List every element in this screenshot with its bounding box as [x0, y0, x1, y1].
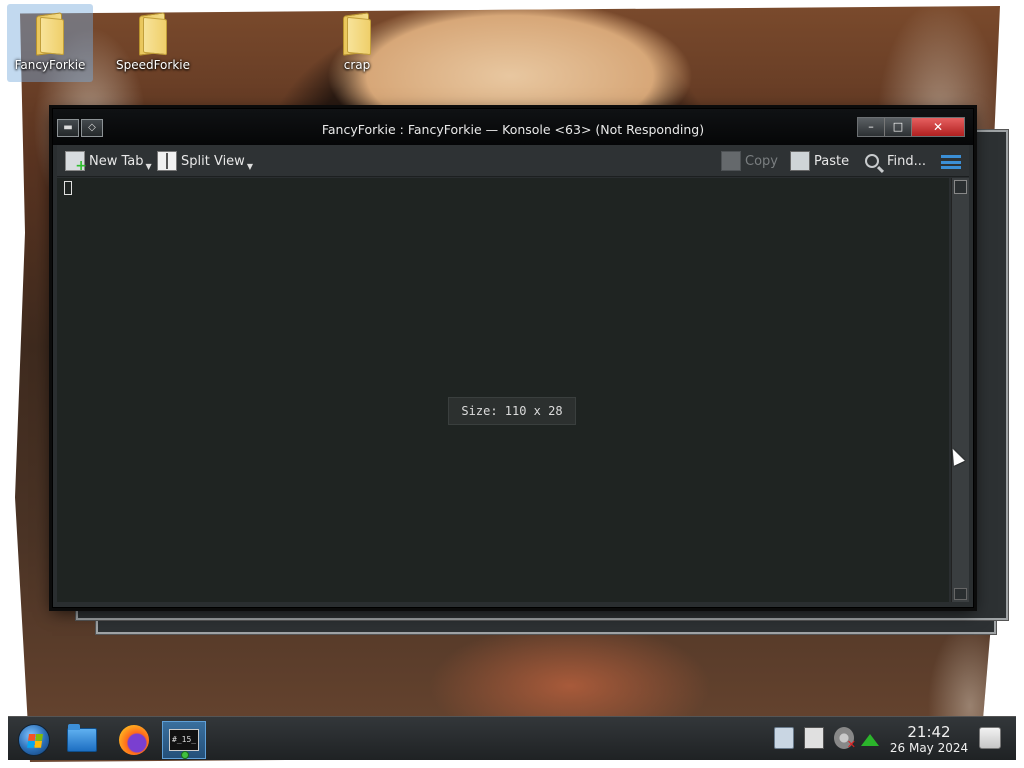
new-tab-label: New Tab [89, 153, 144, 169]
paste-icon [790, 151, 810, 171]
clock-date: 26 May 2024 [889, 741, 969, 755]
close-button[interactable]: ✕ [912, 118, 964, 136]
scrollbar-thumb[interactable] [954, 180, 967, 194]
split-view-label: Split View [181, 153, 245, 169]
split-view-icon [157, 151, 177, 171]
taskbar: #_15_ 21:42 26 May 2024 [8, 716, 1016, 760]
chevron-down-icon: ▼ [246, 161, 253, 171]
desktop-folder-speedforkie[interactable]: SpeedForkie [110, 4, 196, 82]
desktop-icon-label: SpeedForkie [115, 58, 191, 72]
scrollbar-end[interactable] [954, 588, 967, 600]
chevron-down-icon: ▼ [145, 161, 152, 171]
paste-button[interactable]: Paste [790, 150, 849, 172]
clipboard-icon[interactable] [774, 727, 794, 749]
devices-icon[interactable] [804, 727, 824, 749]
konsole-window: ▬ ◇ FancyForkie : FancyForkie — Konsole … [52, 108, 974, 608]
clock-time: 21:42 [907, 723, 951, 741]
folder-icon [34, 12, 66, 56]
clock[interactable]: 21:42 26 May 2024 [884, 723, 974, 756]
terminal-icon: #_15_ [169, 729, 199, 751]
window-title: FancyForkie : FancyForkie — Konsole <63>… [321, 122, 705, 137]
find-label: Find... [887, 153, 927, 169]
windows-logo-icon [18, 724, 50, 756]
split-view-button[interactable]: Split View ▼ [157, 150, 253, 172]
folder-icon [67, 724, 97, 752]
scrollbar[interactable] [951, 178, 969, 602]
firefox-button[interactable] [112, 721, 156, 759]
toolbar: New Tab ▼ Split View ▼ Copy Paste Find..… [57, 145, 969, 177]
paste-label: Paste [814, 153, 850, 169]
copy-button[interactable]: Copy [721, 150, 778, 172]
hamburger-menu-icon[interactable] [941, 155, 961, 169]
desktop-icon-label: crap [343, 58, 371, 72]
new-tab-button[interactable]: New Tab ▼ [65, 150, 152, 174]
titlebar[interactable]: ▬ ◇ FancyForkie : FancyForkie — Konsole … [53, 109, 973, 145]
find-button[interactable]: Find... [865, 150, 926, 172]
desktop-icon-label: FancyForkie [14, 58, 86, 72]
network-disconnected-icon[interactable] [834, 727, 856, 751]
active-indicator-icon [181, 751, 189, 759]
desktop-folder-crap[interactable]: crap [314, 4, 400, 82]
terminal-area[interactable]: Size: 110 x 28 [57, 178, 949, 602]
start-menu-button[interactable] [12, 721, 56, 759]
window-controls: – □ ✕ [857, 117, 965, 137]
konsole-task-button[interactable]: #_15_ [162, 721, 206, 759]
copy-label: Copy [745, 153, 778, 169]
terminal-size-overlay: Size: 110 x 28 [448, 397, 576, 425]
copy-icon [721, 151, 741, 171]
firefox-icon [119, 725, 149, 755]
folder-icon [341, 12, 373, 56]
terminal-cursor [64, 181, 72, 195]
updates-arrow-icon[interactable] [861, 734, 879, 746]
search-icon [865, 154, 879, 168]
maximize-button[interactable]: □ [885, 118, 912, 136]
new-tab-icon [65, 151, 87, 174]
desktop-folder-fancyforkie[interactable]: FancyForkie [7, 4, 93, 82]
folder-icon [137, 12, 169, 56]
show-desktop-button[interactable] [979, 727, 1001, 749]
minimize-button[interactable]: – [858, 118, 885, 136]
file-manager-button[interactable] [60, 721, 104, 759]
